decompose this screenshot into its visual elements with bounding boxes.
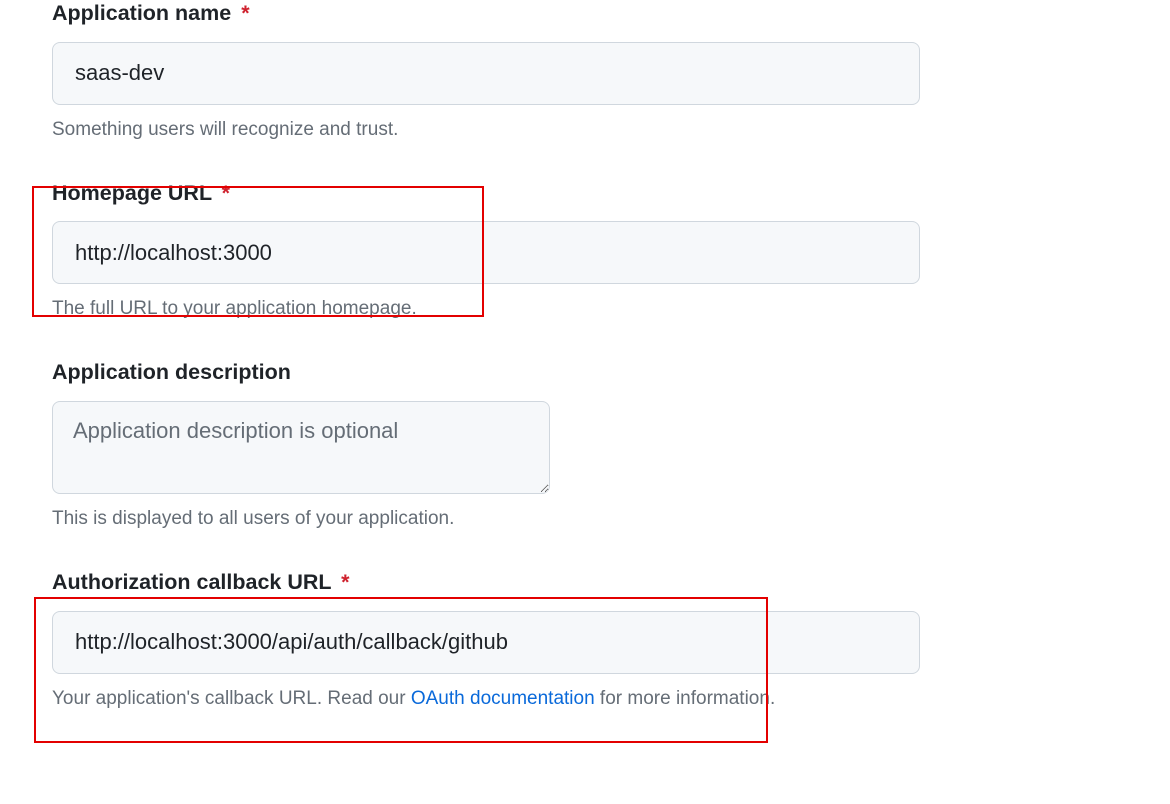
help-homepage-url: The full URL to your application homepag…	[52, 296, 1170, 323]
label-callback-url: Authorization callback URL *	[52, 569, 1170, 597]
label-homepage-url: Homepage URL *	[52, 180, 1170, 208]
required-asterisk: *	[237, 1, 249, 25]
field-homepage-url: Homepage URL * The full URL to your appl…	[52, 180, 1170, 324]
help-application-name: Something users will recognize and trust…	[52, 117, 1170, 144]
field-callback-url: Authorization callback URL * Your applic…	[52, 569, 1170, 713]
label-text: Application description	[52, 360, 291, 384]
help-callback-prefix: Your application's callback URL. Read ou…	[52, 688, 411, 709]
label-text: Authorization callback URL	[52, 570, 331, 594]
input-callback-url[interactable]	[52, 611, 920, 674]
label-application-description: Application description	[52, 359, 1170, 387]
oauth-app-form: Application name * Something users will …	[0, 0, 1170, 712]
input-application-name[interactable]	[52, 42, 920, 105]
label-application-name: Application name *	[52, 0, 1170, 28]
input-homepage-url[interactable]	[52, 221, 920, 284]
required-asterisk: *	[218, 181, 230, 205]
textarea-application-description[interactable]	[52, 401, 550, 494]
help-callback-suffix: for more information.	[595, 688, 776, 709]
required-asterisk: *	[337, 570, 349, 594]
help-callback-url: Your application's callback URL. Read ou…	[52, 686, 1170, 713]
label-text: Homepage URL	[52, 181, 212, 205]
link-oauth-documentation[interactable]: OAuth documentation	[411, 688, 595, 709]
label-text: Application name	[52, 1, 231, 25]
field-application-name: Application name * Something users will …	[52, 0, 1170, 144]
field-application-description: Application description This is displaye…	[52, 359, 1170, 533]
help-application-description: This is displayed to all users of your a…	[52, 506, 1170, 533]
